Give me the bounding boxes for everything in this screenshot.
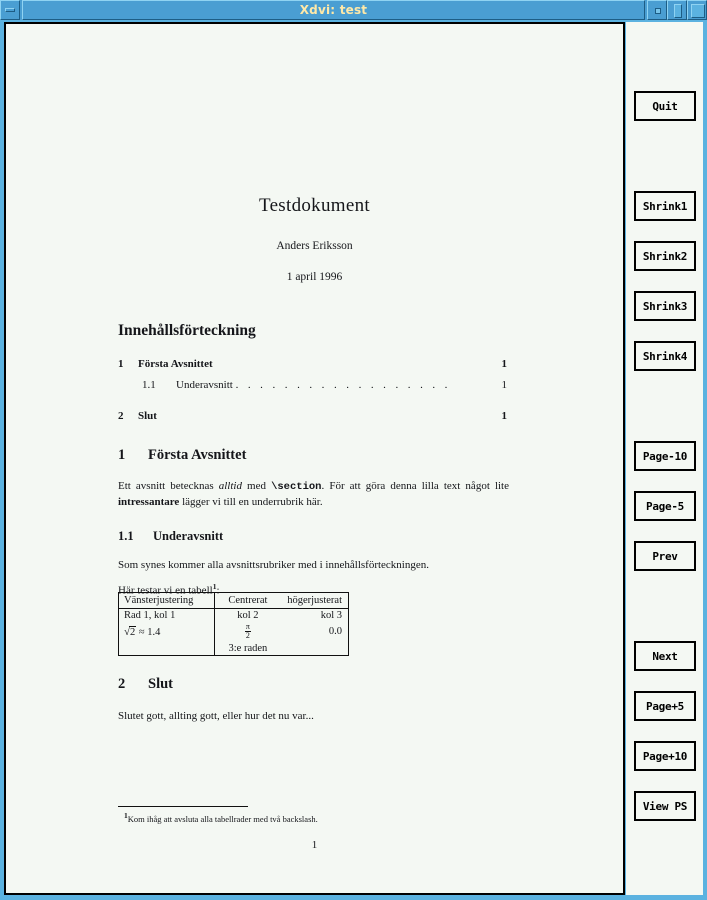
view-ps-button[interactable]: View PS: [634, 791, 696, 821]
maximize-vertical-button[interactable]: [667, 0, 687, 20]
toc-entry-1-1: 1.1 Underavsnitt . . . . . . . . . . . . …: [118, 379, 507, 391]
toc-entry-number: 2: [118, 410, 124, 422]
para-strong: intressantare: [118, 496, 180, 508]
table-header-cell: Vänsterjustering: [118, 592, 216, 609]
small-square-icon: [655, 8, 661, 14]
toc-entry-label: Underavsnitt: [176, 379, 233, 391]
section-1-paragraph: Ett avsnitt betecknas alltid med \sectio…: [118, 479, 509, 510]
footnote-rule: [118, 806, 248, 807]
titlebar: Xdvi: test: [0, 0, 707, 20]
sqrt-expression: √2: [124, 625, 137, 638]
subsection-title: Underavsnitt: [153, 529, 224, 543]
shrink1-button[interactable]: Shrink1: [634, 191, 696, 221]
toc-entry-page: 1: [501, 358, 508, 370]
page-minus-5-button[interactable]: Page-5: [634, 491, 696, 521]
iconify-button[interactable]: [647, 0, 667, 20]
demo-table: Vänsterjustering Centrerat högerjusterat…: [118, 592, 349, 656]
toc-entry-label: Slut: [138, 410, 157, 422]
page-plus-5-button[interactable]: Page+5: [634, 691, 696, 721]
toc-heading: Innehållsförteckning: [118, 322, 256, 339]
table-header-row: Vänsterjustering Centrerat högerjusterat: [118, 592, 349, 609]
section-1-1-paragraph-1: Som synes kommer alla avsnittsrubriker m…: [118, 559, 429, 571]
dvi-document-pane[interactable]: Testdokument Anders Eriksson 1 april 199…: [4, 22, 625, 895]
document-title: Testdokument: [259, 195, 370, 216]
table-cell: [118, 641, 216, 656]
page-minus-10-button[interactable]: Page-10: [634, 441, 696, 471]
table-cell-fraction: π2: [215, 622, 281, 642]
document-date: 1 april 1996: [286, 271, 343, 283]
table-row: 3:e raden: [118, 641, 349, 656]
toc-entry-2: 2 Slut 1: [118, 410, 507, 422]
para-text: . För att göra denna lilla text något li…: [321, 480, 510, 492]
subsection-number: 1.1: [118, 529, 134, 543]
table-cell: kol 3: [320, 610, 342, 621]
para-code: \section: [271, 481, 322, 493]
window-title: Xdvi: test: [299, 3, 368, 17]
section-1-1-heading: 1.1 Underavsnitt: [118, 529, 223, 544]
toc-entry-number: 1: [118, 358, 124, 370]
table-cell: Rad 1, kol 1: [118, 608, 216, 622]
minimize-bar-icon: [5, 8, 15, 12]
next-page-button[interactable]: Next: [634, 641, 696, 671]
table-row: Rad 1, kol 1 kol 2 kol 3: [118, 608, 349, 622]
table-cell: [281, 642, 349, 656]
page-number: 1: [311, 839, 318, 851]
shrink4-button[interactable]: Shrink4: [634, 341, 696, 371]
quit-button[interactable]: Quit: [634, 91, 696, 121]
shrink2-button[interactable]: Shrink2: [634, 241, 696, 271]
big-square-icon: [691, 4, 705, 18]
section-2-heading: 2 Slut: [118, 676, 173, 693]
toc-entry-page: 1: [501, 410, 508, 422]
table-cell: 0.0: [328, 626, 342, 638]
titlebar-center: Xdvi: test: [22, 0, 645, 20]
para-text: med: [241, 480, 272, 492]
document-author: Anders Eriksson: [276, 240, 353, 252]
para-text: lägger vi till en underrubrik här.: [179, 496, 323, 508]
button-panel: Quit Shrink1 Shrink2 Shrink3 Shrink4 Pag…: [626, 22, 703, 895]
shrink3-button[interactable]: Shrink3: [634, 291, 696, 321]
footnote: 1Kom ihåg att avsluta alla tabellrader m…: [124, 810, 504, 825]
table-cell: 3:e raden: [228, 642, 268, 654]
table-row: √2 ≈ 1.4 π2 0.0: [118, 622, 349, 642]
client-area: Testdokument Anders Eriksson 1 april 199…: [4, 22, 703, 896]
para-emphasis: alltid: [218, 480, 242, 492]
page-plus-10-button[interactable]: Page+10: [634, 741, 696, 771]
section-1-heading: 1 Första Avsnittet: [118, 447, 246, 464]
table-cell-sqrt: √2 ≈ 1.4: [118, 622, 216, 642]
fraction-denominator: 2: [245, 631, 250, 641]
section-title: Första Avsnittet: [148, 447, 247, 463]
table-cell-text: ≈ 1.4: [136, 626, 161, 638]
tall-rect-icon: [674, 4, 682, 18]
prev-page-button[interactable]: Prev: [634, 541, 696, 571]
toc-entry-1: 1 Första Avsnittet 1: [118, 358, 507, 370]
dvi-page: Testdokument Anders Eriksson 1 april 199…: [6, 24, 623, 893]
footnote-text: Kom ihåg att avsluta alla tabellrader me…: [127, 813, 318, 824]
fraction: π2: [244, 622, 251, 641]
para-text: Ett avsnitt betecknas: [118, 480, 219, 492]
window-menu-button[interactable]: [0, 0, 20, 20]
toc-entry-number: 1.1: [142, 379, 156, 391]
window-controls: [647, 0, 707, 20]
table-header-cell: Centrerat: [228, 595, 268, 606]
table-cell: kol 2: [237, 610, 259, 621]
section-title: Slut: [148, 676, 173, 692]
section-number: 2: [118, 676, 126, 692]
xdvi-window: Xdvi: test Testdokument Anders Eriksson …: [0, 0, 707, 900]
maximize-button[interactable]: [687, 0, 707, 20]
toc-leader-dots: . . . . . . . . . . . . . . . . . . . . …: [235, 379, 451, 391]
toc-entry-label: Första Avsnittet: [138, 358, 213, 370]
toc-entry-page: 1: [501, 379, 508, 391]
section-2-paragraph: Slutet gott, allting gott, eller hur det…: [118, 710, 314, 722]
section-number: 1: [118, 447, 126, 463]
table-header-cell: högerjusterat: [287, 595, 342, 606]
